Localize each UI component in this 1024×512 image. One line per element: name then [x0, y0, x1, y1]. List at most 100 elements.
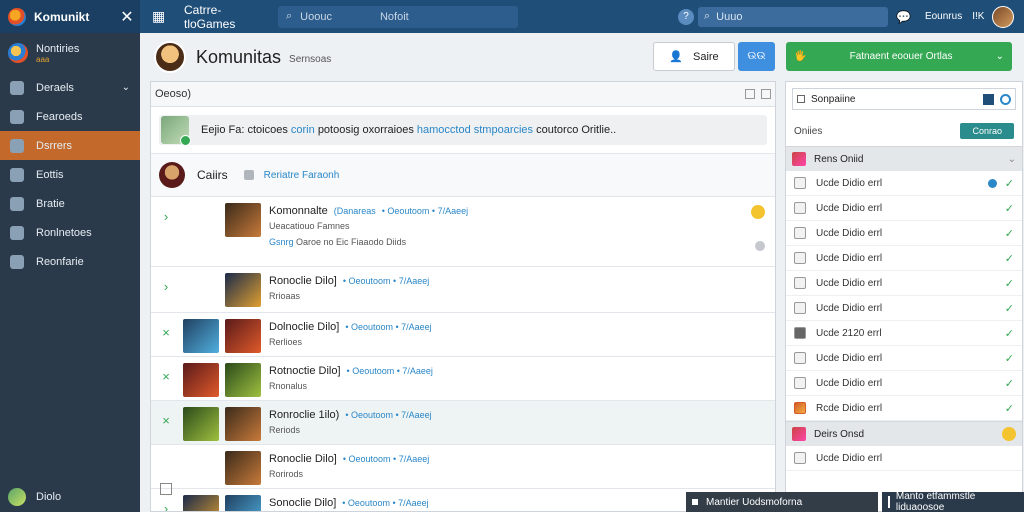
game-thumbnail[interactable] [183, 495, 219, 511]
document-icon [10, 167, 24, 182]
profile-name: Nontiries [36, 42, 80, 55]
global-search-input[interactable]: ⌕ Uoouc Nofoit [278, 5, 518, 28]
member-row[interactable]: Ucde 2120 errl ✓ [786, 321, 1022, 346]
group-row[interactable]: Caiirs Reriatre Faraonh [151, 153, 775, 197]
group-link[interactable]: Reriatre Faraonh [264, 170, 340, 181]
game-thumbnail[interactable] [225, 273, 261, 307]
member-icon [794, 202, 806, 214]
sidebar-item[interactable]: Deraels ⌄ [0, 73, 140, 102]
feed-post[interactable]: × Rotnoctie Dilo] • Oeoutoom • 7/Aaeej Rnon… [151, 357, 775, 401]
post-thumbnails [181, 319, 261, 353]
sidebar-item[interactable]: Eottis [0, 160, 140, 189]
members-search-input[interactable]: Sonpaiine [792, 88, 1016, 110]
action-button[interactable]: ଉଉ [738, 42, 775, 71]
section-header[interactable]: Deirs Onsd [786, 421, 1022, 446]
sidebar-item[interactable]: Reonfarie [0, 247, 140, 276]
expand-icon[interactable] [761, 89, 771, 99]
feed-post[interactable]: › Sonoclie Dilo] • Oeoutoom • 7/Aaeej [151, 489, 775, 511]
feed-post[interactable]: Ronoclie Dilo] • Oeoutoom • 7/Aaeej Roriro… [151, 445, 775, 489]
game-thumbnail[interactable] [225, 203, 261, 237]
notification-label[interactable]: I!K [972, 11, 984, 22]
member-row[interactable]: Ucde Didio errl ✓ [786, 196, 1022, 221]
more-icon[interactable] [755, 241, 765, 251]
online-header: Oniies Conrao [786, 116, 1022, 146]
secondary-search-input[interactable]: ⌕ Uuuo [698, 6, 888, 27]
post-title[interactable]: Rotnoctie Dilo] [269, 365, 341, 377]
post-title[interactable]: Ronoclie Dilo] [269, 275, 337, 287]
search-icon: ⌕ [704, 10, 711, 22]
compose-tail: coutorco Oritlie.. [536, 124, 617, 136]
post-title[interactable]: Ronroclie 1ilo) [269, 409, 339, 421]
chat-popup[interactable]: Manto etfammstle liduaoosoe [882, 491, 1024, 512]
status-mark-icon[interactable]: › [151, 489, 181, 511]
save-button-label: Saire [693, 50, 719, 63]
status-mark-icon[interactable]: › [151, 267, 181, 294]
sidebar-item[interactable]: Ronlnetoes [0, 218, 140, 247]
sidebar-nav: Deraels ⌄ Fearoeds Dsrrers Eottis Bratie Ronln… [0, 73, 140, 276]
sidebar-item[interactable]: Bratie [0, 189, 140, 218]
member-row[interactable]: Ucde Didio errl [786, 446, 1022, 471]
post-title[interactable]: Komonnalte [269, 205, 328, 217]
join-button[interactable]: 🖐 Fatnaent eoouer Ortlas ⌄ [786, 42, 1012, 71]
game-thumbnail[interactable] [225, 363, 261, 397]
member-row[interactable]: Ucde Didio errl ✓ [786, 346, 1022, 371]
user-menu-label[interactable]: Eounrus [925, 11, 962, 22]
refresh-icon[interactable] [1000, 93, 1011, 105]
feed-post[interactable]: × Ronroclie 1ilo) • Oeoutoom • 7/Aaeej Reri… [151, 401, 775, 445]
member-row[interactable]: Ucde Didio errl ✓ [786, 371, 1022, 396]
member-row[interactable]: Rcde Didio errl ✓ [786, 396, 1022, 421]
member-row[interactable]: Ucde Didio errl ✓ [786, 221, 1022, 246]
sidebar-footer[interactable]: Diolo [0, 482, 140, 512]
member-row[interactable]: Ucde Didio errl ✓ [786, 271, 1022, 296]
status-mark-icon[interactable]: × [151, 357, 181, 384]
app-brand: Komunikt [34, 9, 90, 24]
help-icon[interactable]: ? [678, 8, 694, 25]
post-meta: • Oeoutoom • 7/Aaeej [345, 410, 432, 420]
member-row[interactable]: Ucde Didio errl ✓ [786, 246, 1022, 271]
sidebar-item[interactable]: Dsrrers [0, 131, 140, 160]
avatar [792, 152, 806, 166]
post-subtitle: Rorirods [269, 469, 304, 479]
feed-post[interactable]: × Dolnoclie Dilo] • Oeoutoom • 7/Aaeej Rerl… [151, 313, 775, 357]
member-row[interactable]: Ucde Didio errl ✓ [786, 296, 1022, 321]
check-icon: ✓ [1004, 327, 1014, 340]
feed-post[interactable]: › Ronoclie Dilo] • Oeoutoom • 7/Aaeej Rrioa… [151, 267, 775, 313]
check-icon: ✓ [1004, 252, 1014, 265]
section-header[interactable]: Rens Oniid ⌄ [786, 146, 1022, 171]
connect-button[interactable]: Conrao [960, 123, 1014, 139]
chat-popup[interactable]: Mantier Uodsmoforna [686, 492, 878, 512]
emoji-icon[interactable] [751, 205, 765, 219]
section-title[interactable]: Catrre-tloGames [184, 3, 264, 31]
feed-post[interactable]: › Komonnalte (Danareas • Oeoutoom • 7/Aaeej… [151, 197, 775, 267]
check-icon: ✓ [1004, 302, 1014, 315]
user-avatar[interactable] [992, 5, 1015, 28]
chat-icon[interactable]: 💬 [896, 10, 911, 24]
game-thumbnail[interactable] [225, 451, 261, 485]
game-thumbnail[interactable] [183, 363, 219, 397]
game-thumbnail[interactable] [225, 495, 261, 511]
game-thumbnail[interactable] [183, 407, 219, 441]
post-title[interactable]: Dolnoclie Dilo] [269, 321, 339, 333]
settings-icon[interactable] [243, 170, 254, 180]
sidebar-profile[interactable]: Nontiries aaa [0, 33, 140, 73]
filter-icon[interactable] [983, 93, 994, 105]
compose-box[interactable]: Eejio Fa: ctoicoes corin potoosig oxorra… [159, 115, 767, 146]
post-title[interactable]: Sonoclie Dilo] [269, 497, 336, 509]
compose-link-1: corin [290, 124, 315, 136]
page-header: Komunitas Sernsoas [154, 41, 331, 73]
grid-menu-icon[interactable]: ▦ [152, 8, 174, 25]
sidebar-item[interactable]: Fearoeds [0, 102, 140, 131]
save-button[interactable]: 👤 Saire [653, 42, 735, 71]
game-thumbnail[interactable] [183, 319, 219, 353]
status-mark-icon[interactable]: × [151, 313, 181, 340]
status-mark-icon[interactable]: › [151, 197, 181, 224]
post-detail-link[interactable]: Gsnrg [269, 237, 294, 247]
member-row[interactable]: Ucde Didio errl ✓ [786, 171, 1022, 196]
post-subtitle: Ueacatiouo Famnes [269, 221, 350, 231]
status-mark-icon[interactable]: × [151, 401, 181, 428]
game-thumbnail[interactable] [225, 407, 261, 441]
close-icon[interactable]: ✕ [114, 7, 140, 27]
minimize-icon[interactable] [745, 89, 755, 99]
post-title[interactable]: Ronoclie Dilo] [269, 453, 337, 465]
game-thumbnail[interactable] [225, 319, 261, 353]
